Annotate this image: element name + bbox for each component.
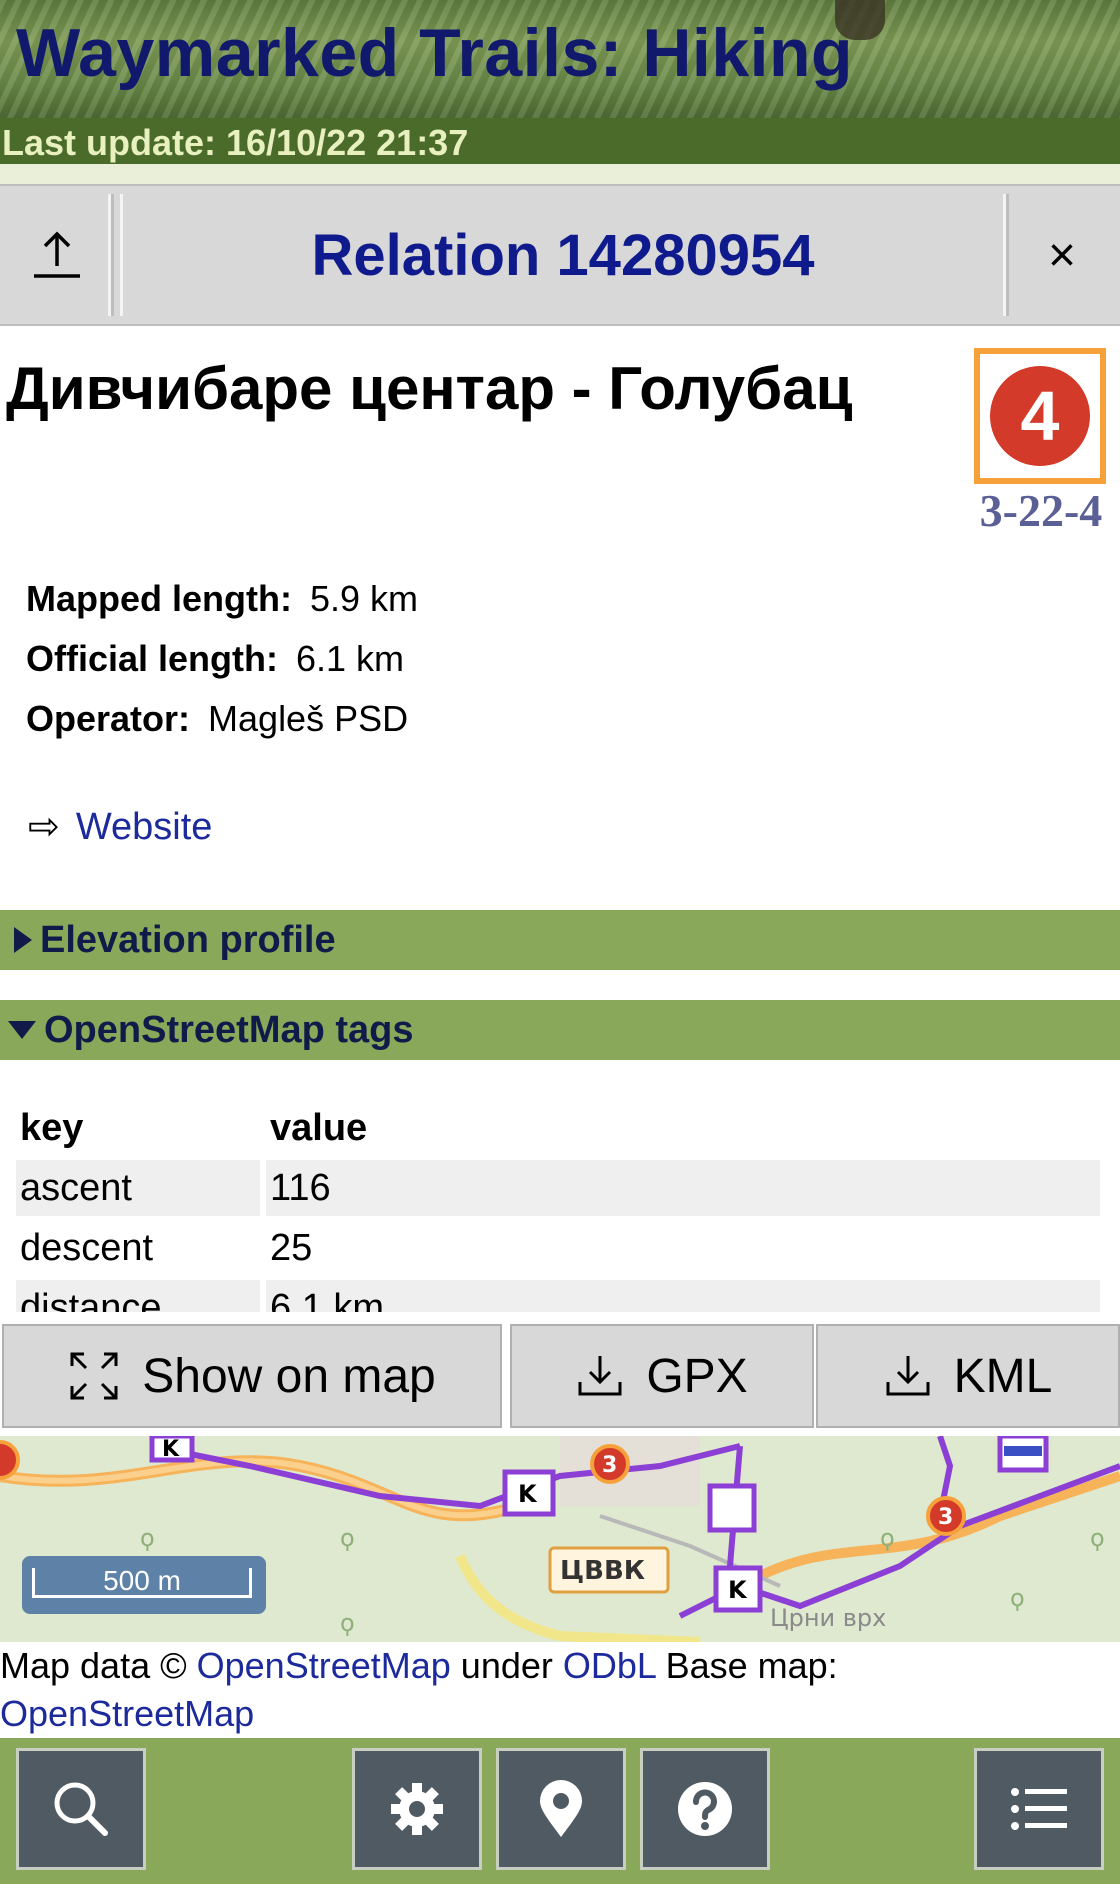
- location-button[interactable]: [496, 1748, 626, 1870]
- info-operator: Operator: Magleš PSD: [26, 698, 408, 740]
- website-link[interactable]: Website: [76, 806, 213, 848]
- table-header-row: key value: [16, 1100, 1100, 1156]
- search-button[interactable]: [16, 1748, 146, 1870]
- list-icon: [1011, 1788, 1067, 1830]
- action-bar: Show on map GPX KML: [0, 1316, 1120, 1436]
- bottom-toolbar: [0, 1738, 1120, 1884]
- attribution-text: under: [450, 1645, 563, 1686]
- settings-button[interactable]: [352, 1748, 482, 1870]
- info-value: Magleš PSD: [208, 698, 409, 739]
- map-scale-label: 500 m: [32, 1567, 252, 1598]
- expand-panel-button[interactable]: [6, 194, 111, 316]
- map-label-k: K: [518, 1480, 538, 1508]
- gear-icon: [391, 1783, 443, 1835]
- button-label: Show on map: [142, 1349, 436, 1403]
- list-button[interactable]: [974, 1748, 1104, 1870]
- table-row: ascent 116: [16, 1160, 1100, 1216]
- attribution-text: Map data ©: [0, 1645, 197, 1686]
- svg-text:ϙ: ϙ: [340, 1524, 355, 1552]
- help-button[interactable]: [640, 1748, 770, 1870]
- info-value: 6.1 km: [296, 638, 405, 679]
- info-value: 5.9 km: [309, 578, 419, 619]
- map-label-k: K: [162, 1437, 180, 1462]
- location-pin-icon: [540, 1780, 582, 1837]
- map-label-cvvk: ЦВВК: [560, 1556, 645, 1586]
- button-label: KML: [953, 1349, 1053, 1403]
- download-icon: [886, 1356, 930, 1396]
- info-label: Official length:: [26, 638, 278, 679]
- info-mapped-length: Mapped length: 5.9 km: [26, 578, 418, 620]
- svg-text:ϙ: ϙ: [340, 1609, 355, 1637]
- osm-link[interactable]: OpenStreetMap: [197, 1645, 451, 1686]
- triangle-right-icon: [14, 927, 32, 953]
- close-icon: ×: [1047, 228, 1077, 282]
- app-title[interactable]: Waymarked Trails: Hiking: [16, 14, 853, 92]
- button-label: GPX: [646, 1349, 748, 1403]
- info-official-length: Official length: 6.1 km: [26, 638, 404, 680]
- map-route-badge: 3: [938, 1505, 953, 1530]
- svg-text:ϙ: ϙ: [1010, 1584, 1025, 1612]
- relation-title: Relation 14280954: [120, 194, 1006, 316]
- search-icon: [54, 1782, 108, 1836]
- help-icon: [678, 1782, 732, 1836]
- svg-text:ϙ: ϙ: [880, 1524, 895, 1552]
- table-row: descent 25: [16, 1220, 1100, 1276]
- info-label: Operator:: [26, 698, 191, 739]
- base-map-link[interactable]: OpenStreetMap: [0, 1693, 254, 1734]
- tag-value: 116: [266, 1160, 1100, 1216]
- tag-value: 25: [270, 1226, 313, 1269]
- osm-tags-toggle[interactable]: OpenStreetMap tags: [0, 1000, 1120, 1060]
- kml-download-button[interactable]: KML: [816, 1324, 1120, 1428]
- tag-key: descent: [20, 1226, 154, 1269]
- info-label: Mapped length:: [26, 578, 292, 619]
- route-symbol-number: 4: [990, 366, 1090, 466]
- panel-header: Relation 14280954 ×: [0, 184, 1120, 326]
- section-title: Elevation profile: [40, 918, 336, 961]
- app-header: Waymarked Trails: Hiking: [0, 0, 1120, 118]
- triangle-down-icon: [8, 1021, 36, 1039]
- upload-icon: [34, 231, 80, 278]
- table-row: distance 6.1 km: [16, 1280, 1100, 1312]
- map-label-k: K: [728, 1576, 748, 1604]
- route-name: Дивчибаре центар - Голубац: [6, 355, 853, 422]
- map-attribution: Map data © OpenStreetMap under ODbL Base…: [0, 1642, 1120, 1738]
- map-label-peak: Црни врх: [770, 1604, 886, 1632]
- map-scale: 500 m: [22, 1556, 266, 1614]
- route-ref: 3-22-4: [979, 485, 1103, 536]
- tag-value: 6.1 km: [266, 1280, 1100, 1312]
- route-symbol: 4: [974, 348, 1106, 484]
- attribution-text: Base map:: [655, 1645, 838, 1686]
- download-icon: [578, 1356, 622, 1396]
- map-route-badge: 3: [602, 1453, 617, 1478]
- show-on-map-button[interactable]: Show on map: [2, 1324, 502, 1428]
- fullscreen-icon: [70, 1352, 118, 1400]
- osm-tags-table: key value ascent 116 descent 25 distance…: [16, 1096, 1100, 1312]
- tag-key: ascent: [16, 1160, 260, 1216]
- map-background-strip: [0, 164, 1120, 184]
- arrow-right-icon: ⇨: [28, 806, 60, 848]
- tag-key: distance: [16, 1280, 260, 1312]
- column-header-key: key: [20, 1106, 84, 1149]
- odbl-link[interactable]: ODbL: [563, 1645, 656, 1686]
- svg-text:ϙ: ϙ: [1090, 1524, 1105, 1552]
- website-row: ⇨ Website: [28, 804, 212, 849]
- last-update-text: Last update: 16/10/22 21:37: [2, 122, 469, 163]
- svg-text:ϙ: ϙ: [140, 1524, 155, 1552]
- elevation-profile-toggle[interactable]: Elevation profile: [0, 910, 1120, 970]
- close-button[interactable]: ×: [1010, 194, 1114, 316]
- gpx-download-button[interactable]: GPX: [510, 1324, 814, 1428]
- column-header-value: value: [270, 1106, 368, 1149]
- section-title: OpenStreetMap tags: [44, 1008, 414, 1051]
- last-update-bar: Last update: 16/10/22 21:37: [0, 118, 1120, 164]
